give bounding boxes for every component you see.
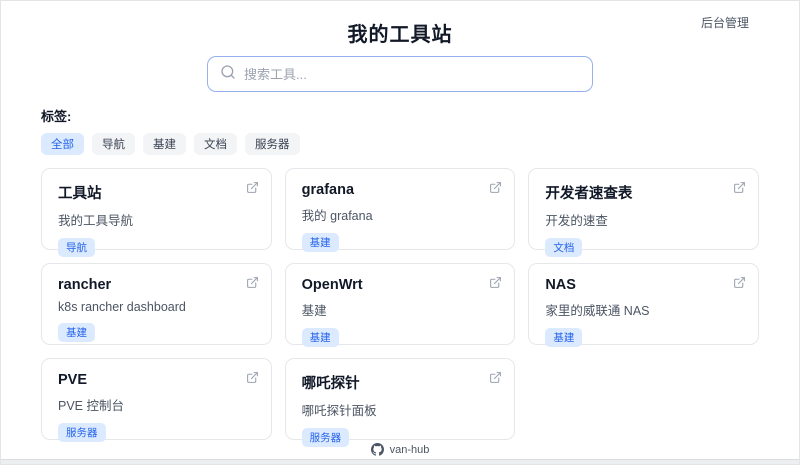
card-title: grafana (301, 182, 355, 198)
search-box[interactable] (207, 56, 593, 92)
card-tag: 导航 (58, 238, 95, 257)
header: 我的工具站 后台管理 (1, 1, 799, 49)
search-input[interactable] (244, 66, 580, 82)
bottom-strip (1, 459, 799, 464)
tag-filter-infra[interactable]: 基建 (143, 133, 186, 155)
card-description: PVE 控制台 (58, 399, 124, 413)
card-tag: 基建 (301, 233, 339, 252)
external-link-icon[interactable] (489, 181, 502, 194)
card-description: 开发的速查 (545, 214, 608, 228)
tags-label: 标签: (41, 109, 72, 124)
tool-card[interactable]: 工具站 我的工具导航 导航 (41, 168, 272, 257)
card-tag: 基建 (301, 328, 339, 347)
tool-card[interactable]: rancher k8s rancher dashboard 基建 (41, 263, 272, 345)
search-bar-container (1, 56, 799, 92)
card-tag: 文档 (545, 238, 583, 257)
tool-card[interactable]: NAS 家里的威联通 NAS 基建 (528, 263, 759, 347)
card-tag: 基建 (545, 328, 583, 347)
footer: van-hub (1, 443, 799, 456)
tool-card-grid: 工具站 我的工具导航 导航 grafana 我的 grafana 基建 开发者速… (41, 168, 759, 447)
card-title: 哪吒探针 (301, 376, 360, 392)
external-link-icon[interactable] (733, 276, 746, 289)
admin-link[interactable]: 后台管理 (701, 14, 749, 31)
external-link-icon[interactable] (246, 276, 259, 289)
card-description: k8s rancher dashboard (58, 300, 186, 314)
card-title: PVE (58, 372, 88, 388)
footer-brand[interactable]: van-hub (390, 444, 430, 456)
external-link-icon[interactable] (489, 371, 502, 384)
tool-card[interactable]: OpenWrt 基建 基建 (284, 263, 516, 347)
tag-filter-all[interactable]: 全部 (41, 133, 84, 155)
card-description: 家里的威联通 NAS (545, 304, 650, 318)
tool-card[interactable]: PVE PVE 控制台 服务器 (41, 358, 272, 442)
external-link-icon[interactable] (246, 371, 259, 384)
tag-filter-nav[interactable]: 导航 (92, 133, 135, 155)
card-description: 我的 grafana (301, 209, 373, 223)
card-title: rancher (58, 277, 112, 293)
card-title: 工具站 (58, 186, 102, 202)
card-title: NAS (545, 277, 576, 293)
search-icon (220, 64, 244, 85)
external-link-icon[interactable] (246, 181, 259, 194)
tool-card[interactable]: 开发者速查表 开发的速查 文档 (528, 168, 759, 257)
card-tag: 基建 (58, 323, 95, 342)
tags-row: 全部 导航 基建 文档 服务器 (41, 133, 759, 155)
card-description: 哪吒探针面板 (301, 404, 377, 418)
page-title: 我的工具站 (347, 24, 453, 46)
card-tag: 服务器 (58, 423, 106, 442)
card-description: 我的工具导航 (58, 214, 134, 228)
tag-filter-server[interactable]: 服务器 (245, 133, 300, 155)
tags-section: 标签: 全部 导航 基建 文档 服务器 (41, 106, 759, 155)
tool-card[interactable]: grafana 我的 grafana 基建 (284, 168, 516, 252)
external-link-icon[interactable] (489, 276, 502, 289)
card-title: OpenWrt (301, 277, 363, 293)
tag-filter-docs[interactable]: 文档 (194, 133, 237, 155)
github-icon[interactable] (370, 443, 384, 456)
tool-card[interactable]: 哪吒探针 哪吒探针面板 服务器 (284, 358, 516, 447)
card-description: 基建 (301, 304, 327, 318)
external-link-icon[interactable] (733, 181, 746, 194)
card-title: 开发者速查表 (545, 186, 633, 202)
